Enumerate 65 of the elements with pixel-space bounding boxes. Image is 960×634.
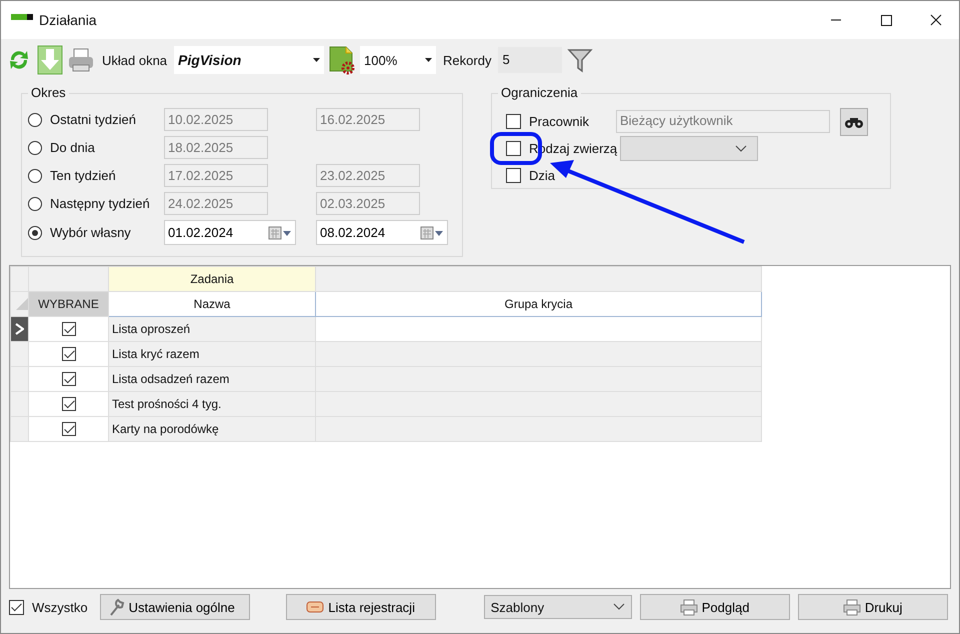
- preview-button[interactable]: Podgląd: [640, 594, 790, 620]
- column-header[interactable]: Nazwa: [108, 292, 316, 316]
- checkbox[interactable]: [506, 114, 521, 129]
- layout-dropdown[interactable]: PigVision: [174, 46, 324, 74]
- checkbox[interactable]: [506, 168, 521, 183]
- group-title: Okres: [28, 85, 69, 100]
- search-button[interactable]: [840, 108, 868, 136]
- radio-button[interactable]: [28, 168, 42, 182]
- download-icon[interactable]: [37, 45, 63, 75]
- radio-button[interactable]: [28, 226, 42, 240]
- row-header[interactable]: [10, 316, 28, 342]
- hand-icon[interactable]: [306, 600, 324, 614]
- checkbox[interactable]: [506, 141, 521, 156]
- wrench-icon[interactable]: [108, 598, 125, 616]
- radio-button[interactable]: [28, 140, 42, 154]
- radio-option[interactable]: Do dnia: [28, 136, 164, 159]
- column-group-header: Zadania: [108, 266, 316, 292]
- calendar-icon[interactable]: [420, 226, 444, 240]
- radio-option[interactable]: Następny tydzień: [28, 192, 164, 215]
- checkbox[interactable]: [62, 322, 76, 336]
- date-field[interactable]: 08.02.2024: [316, 220, 448, 245]
- window-title: Działania: [39, 12, 97, 28]
- table-cell: Lista oproszeń: [108, 316, 316, 342]
- calendar-icon[interactable]: [268, 226, 292, 240]
- checkbox-option[interactable]: Dzia: [506, 168, 618, 183]
- templates-dropdown[interactable]: Szablony: [484, 595, 632, 619]
- printer-icon[interactable]: [842, 598, 861, 616]
- checkbox[interactable]: [62, 347, 76, 362]
- records-field: 5: [498, 47, 562, 73]
- checkbox[interactable]: [62, 422, 76, 436]
- printer-icon[interactable]: [67, 47, 95, 73]
- table-cell: Lista kryć razem: [108, 342, 316, 366]
- date-field[interactable]: 01.02.2024: [164, 220, 296, 245]
- radio-option[interactable]: Wybór własny: [28, 221, 164, 244]
- column-header[interactable]: WYBRANE: [28, 292, 108, 316]
- checkbox[interactable]: [62, 397, 76, 412]
- radio-option[interactable]: Ostatni tydzień: [28, 108, 164, 131]
- radio-button[interactable]: [28, 196, 42, 210]
- checkbox[interactable]: [62, 372, 76, 386]
- chevron-down-icon[interactable]: [735, 144, 747, 152]
- table-cell: Lista odsadzeń razem: [108, 366, 316, 392]
- printer-icon[interactable]: [680, 598, 698, 616]
- corner-icon: [16, 298, 28, 310]
- checkbox-option[interactable]: Wszystko: [9, 600, 88, 614]
- checkbox[interactable]: [9, 600, 24, 614]
- zoom-dropdown[interactable]: 100%: [360, 46, 436, 74]
- caret-icon[interactable]: [313, 58, 320, 62]
- table-cell: Test prośności 4 tyg.: [108, 392, 316, 416]
- registration-list-button[interactable]: Lista rejestracji: [286, 594, 436, 620]
- caret-icon[interactable]: [425, 58, 432, 62]
- radio-option[interactable]: Ten tydzień: [28, 164, 164, 187]
- print-button[interactable]: Drukuj: [798, 594, 948, 620]
- chevron-right-icon[interactable]: [15, 323, 24, 335]
- group-title: Ograniczenia: [498, 85, 581, 100]
- chevron-down-icon[interactable]: [612, 603, 625, 611]
- settings-button[interactable]: Ustawienia ogólne: [100, 594, 250, 620]
- layout-label: Układ okna: [102, 52, 168, 68]
- radio-button[interactable]: [28, 112, 42, 126]
- records-label: Rekordy: [443, 52, 492, 68]
- column-header[interactable]: Grupa krycia: [316, 292, 762, 316]
- checkbox-option[interactable]: Pracownik: [506, 114, 618, 129]
- app-icon[interactable]: [11, 13, 33, 23]
- user-field[interactable]: Bieżący użytkownik: [616, 110, 830, 133]
- table-cell: Karty na porodówkę: [108, 416, 316, 442]
- document-gear-icon[interactable]: [328, 45, 356, 75]
